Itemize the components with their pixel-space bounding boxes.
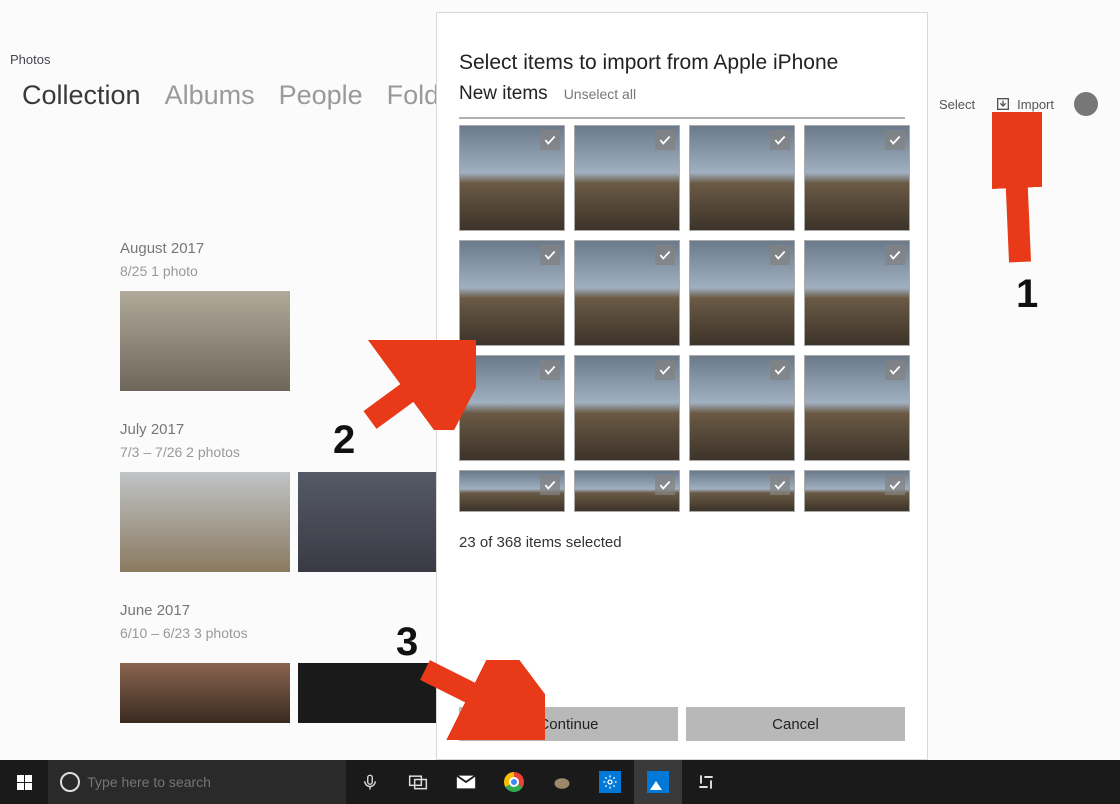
app-title: Photos (10, 52, 50, 67)
annotation-arrow-1 (992, 112, 1042, 272)
import-item[interactable] (804, 240, 910, 346)
check-icon (540, 245, 560, 265)
taskbar-search-input[interactable] (87, 774, 346, 790)
check-icon (655, 475, 675, 495)
taskbar-search[interactable] (48, 760, 346, 804)
check-icon (655, 245, 675, 265)
annotation-number-1: 1 (1016, 272, 1038, 317)
taskbar-app-settings[interactable] (586, 760, 634, 804)
task-view-button[interactable] (394, 760, 442, 804)
import-item[interactable] (689, 355, 795, 461)
import-dialog: Select items to import from Apple iPhone… (436, 12, 928, 760)
new-items-label: New items (459, 83, 548, 105)
import-item[interactable] (459, 125, 565, 231)
annotation-arrow-3 (415, 660, 545, 740)
select-button[interactable]: Select (939, 97, 975, 112)
import-item[interactable] (574, 355, 680, 461)
import-label: Import (1017, 97, 1054, 112)
check-icon (655, 360, 675, 380)
import-item[interactable] (804, 355, 910, 461)
taskbar-app-chrome[interactable] (490, 760, 538, 804)
check-icon (770, 475, 790, 495)
check-icon (655, 130, 675, 150)
selection-status: 23 of 368 items selected (459, 534, 905, 551)
taskbar (0, 760, 1120, 804)
check-icon (770, 360, 790, 380)
import-item[interactable] (459, 470, 565, 512)
check-icon (885, 360, 905, 380)
taskbar-app-gimp[interactable] (538, 760, 586, 804)
tab-collection[interactable]: Collection (22, 80, 141, 111)
photo-thumb[interactable] (120, 291, 290, 391)
mic-button[interactable] (346, 760, 394, 804)
select-label: Select (939, 97, 975, 112)
import-item[interactable] (804, 125, 910, 231)
import-item[interactable] (574, 125, 680, 231)
start-button[interactable] (0, 760, 48, 804)
annotation-number-2: 2 (333, 418, 355, 463)
import-button[interactable]: Import (995, 96, 1054, 112)
check-icon (540, 360, 560, 380)
check-icon (885, 475, 905, 495)
annotation-arrow-2 (356, 340, 476, 430)
import-item[interactable] (574, 240, 680, 346)
user-avatar[interactable] (1074, 92, 1098, 116)
cancel-button[interactable]: Cancel (686, 707, 905, 741)
check-icon (885, 130, 905, 150)
cortana-icon (52, 760, 87, 804)
check-icon (540, 475, 560, 495)
taskbar-app-slack[interactable] (682, 760, 730, 804)
check-icon (540, 130, 560, 150)
check-icon (885, 245, 905, 265)
chrome-icon (504, 772, 524, 792)
check-icon (770, 245, 790, 265)
main-tabs: Collection Albums People Folders (22, 80, 477, 111)
tab-albums[interactable]: Albums (165, 80, 255, 111)
photo-thumb[interactable] (120, 472, 290, 572)
photo-thumb[interactable] (120, 663, 290, 723)
tab-people[interactable]: People (279, 80, 363, 111)
import-item[interactable] (804, 470, 910, 512)
import-item[interactable] (459, 240, 565, 346)
taskbar-app-photos[interactable] (634, 760, 682, 804)
unselect-all-link[interactable]: Unselect all (564, 86, 636, 102)
gear-icon (599, 771, 621, 793)
import-item[interactable] (689, 240, 795, 346)
taskbar-app-mail[interactable] (442, 760, 490, 804)
import-item[interactable] (574, 470, 680, 512)
import-item[interactable] (689, 125, 795, 231)
import-icon (995, 96, 1011, 112)
dialog-title: Select items to import from Apple iPhone (459, 51, 905, 75)
windows-icon (17, 775, 32, 790)
annotation-number-3: 3 (396, 620, 418, 665)
import-grid (459, 125, 905, 512)
check-icon (770, 130, 790, 150)
import-item[interactable] (689, 470, 795, 512)
photos-icon (647, 771, 669, 793)
divider (459, 117, 905, 119)
